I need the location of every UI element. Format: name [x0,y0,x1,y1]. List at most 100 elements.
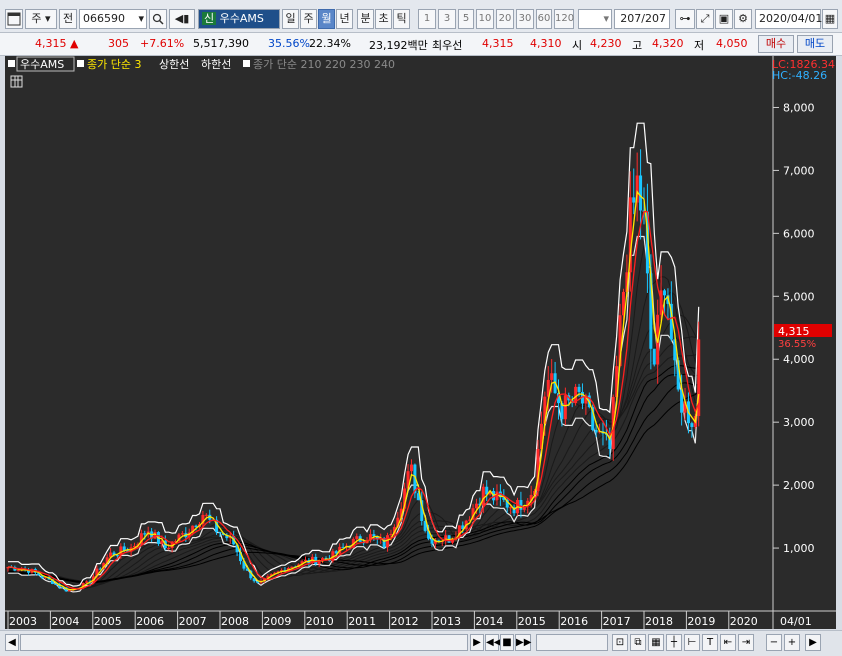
x-tick-label: 2015 [518,615,546,628]
stop-button[interactable]: ■ [500,634,514,651]
forward-icon: ▶▶ [516,637,532,648]
period-tab-0[interactable]: 일 [282,9,299,29]
compare-button[interactable]: ⧉ [630,634,646,651]
prefix-button[interactable]: 전 [59,9,77,29]
legend-bullet [8,60,15,67]
x-tick-label: 2016 [560,615,588,628]
candle-body [550,373,554,380]
zoom-icon: ⊡ [615,637,625,648]
crosshair-button[interactable]: ┼ [666,634,682,651]
market-select[interactable]: 주 ▾ [25,9,57,29]
x-tick-label: 2010 [306,615,334,628]
x-tick-label: 2020 [730,615,758,628]
change-rate: +7.61% [140,37,185,50]
rewind-button[interactable]: ◀◀ [485,634,501,651]
scroll-left-button[interactable]: ◀ [5,634,19,651]
multiplier-3[interactable]: 10 [476,9,494,29]
save-button[interactable]: ▣ [715,9,733,29]
current-price: 4,315 ▲ [35,37,79,50]
candle-body [509,507,513,509]
count-field[interactable]: 207/207 [614,9,670,29]
multiplier-0[interactable]: 1 [418,9,436,29]
ruler-icon: ⊢ [687,637,697,648]
compare-icon: ⧉ [634,637,642,648]
multiplier-1[interactable]: 3 [438,9,456,29]
multiplier-7[interactable]: 120 [554,9,574,29]
stop-icon: ■ [502,637,512,648]
draw-button[interactable]: ⤢ [696,9,714,29]
stock-name: 우수AMS [219,12,264,25]
candle-body [563,395,567,420]
candle-body [474,503,478,509]
fit-icon: ⇤ [723,637,733,648]
bid-price: 4,310 [530,37,562,50]
window-icon[interactable] [5,9,23,29]
x-tick-label: 2014 [475,615,503,628]
speed-slider[interactable] [536,634,608,651]
grid-button[interactable]: ▦ [648,634,664,651]
multiplier-4[interactable]: 20 [496,9,514,29]
best-label: 최우선 [432,39,463,52]
candle-body [54,583,58,585]
date-field[interactable]: 2020/04/01 [755,9,822,29]
zoom-out-button[interactable]: − [766,634,782,651]
forward-button[interactable]: ▶▶ [515,634,531,651]
legend-stock-name: 우수AMS [20,58,64,71]
low-price: 4,050 [716,37,748,50]
fit-button[interactable]: ⇤ [720,634,736,651]
period-tab-5[interactable]: 초 [375,9,392,29]
compare-select[interactable]: ▾ [578,9,612,29]
period-tab-2[interactable]: 월 [318,9,335,29]
open-price: 4,230 [590,37,622,50]
candle-body [303,559,307,562]
speaker-icon: ◀▮ [174,12,190,25]
x-tick-label: 2003 [9,615,37,628]
buy-button[interactable]: 매수 [758,35,794,53]
price-chart[interactable]: 1,000 2,000 3,000 4,000 5,000 6,000 7,000 8,000… [5,56,836,629]
candle-body [632,197,636,203]
multiplier-5[interactable]: 30 [516,9,534,29]
last-price-label: 4,315 [778,325,810,338]
scrollbar-track[interactable] [20,634,468,651]
speaker-button[interactable]: ◀▮ [169,9,195,29]
chevron-down-icon: ▾ [138,12,144,25]
zoom-fit-button[interactable]: ⊡ [612,634,628,651]
scroll-right-button[interactable]: ▶ [805,634,821,651]
x-tick-label: 2012 [391,615,419,628]
multiplier-2[interactable]: 5 [458,9,474,29]
stock-code-input[interactable]: 066590 ▾ [79,9,147,29]
candle-body [143,533,147,535]
legend-bullet [243,60,250,67]
x-tick-label: 2007 [179,615,207,628]
zoom-in-button[interactable]: + [784,634,800,651]
hc-indicator: HC:-48.26 [772,69,827,82]
chart-panel[interactable]: 1,000 2,000 3,000 4,000 5,000 6,000 7,000 8,000… [5,56,836,629]
chevron-down-icon: ▾ [603,12,609,25]
open-label: 시 [572,39,583,52]
period-tab-6[interactable]: 틱 [393,9,410,29]
link-button[interactable]: ⊶ [675,9,695,29]
period-tab-1[interactable]: 주 [300,9,317,29]
turnover-rate: 22.34% [309,37,351,50]
low-label: 저 [694,39,705,52]
y-tick-label: 7,000 [783,164,815,177]
text-tool-button[interactable]: T [702,634,718,651]
candle-body [577,386,581,392]
expand-button[interactable]: ⇥ [738,634,754,651]
period-tab-4[interactable]: 분 [357,9,374,29]
calendar-button[interactable]: ▦ [822,9,838,29]
ruler-button[interactable]: ⊢ [684,634,700,651]
multiplier-6[interactable]: 60 [536,9,552,29]
play-button[interactable]: ▶ [470,634,484,651]
settings-button[interactable]: ⚙ [734,9,752,29]
chevron-down-icon: ▾ [45,12,51,25]
candle-body [180,533,184,535]
x-tick-label: 2006 [136,615,164,628]
sell-button[interactable]: 매도 [797,35,833,53]
search-button[interactable] [149,9,167,29]
stock-name-box[interactable]: 신 우수AMS [198,9,280,29]
candle-body [639,175,643,211]
arrow-left-icon: ◀ [8,637,16,648]
candle-body [389,533,393,536]
period-tab-3[interactable]: 년 [336,9,353,29]
